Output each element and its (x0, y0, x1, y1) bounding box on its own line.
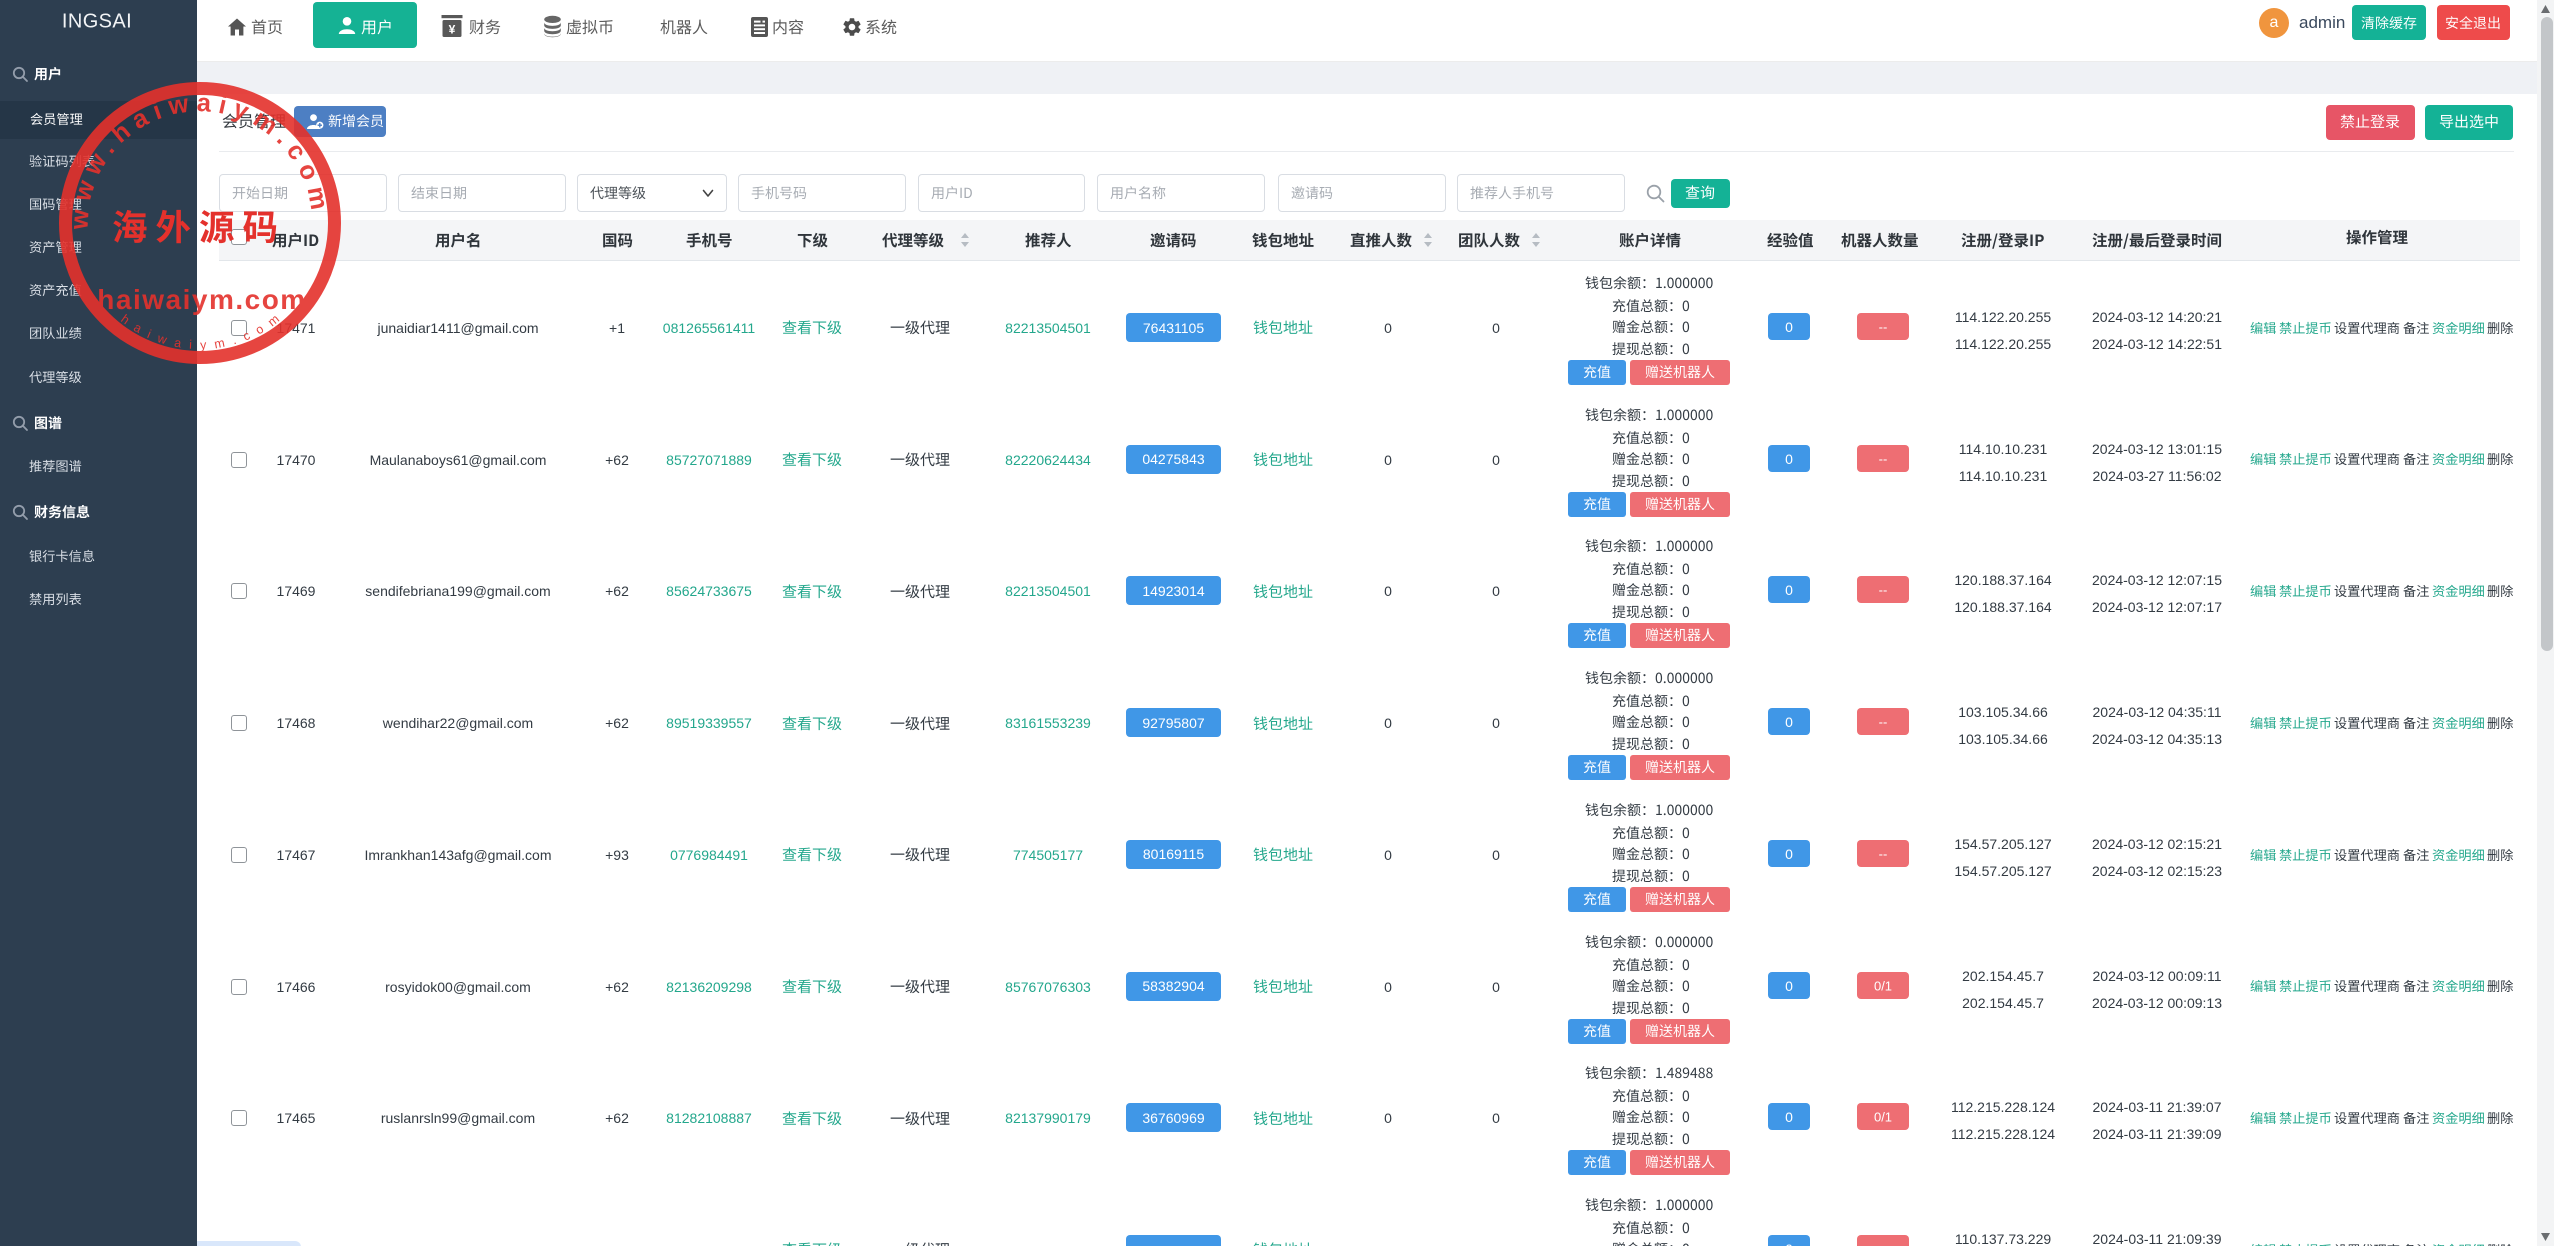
svg-text:www.haiwaiym.com: www.haiwaiym.com (65, 89, 334, 231)
svg-text:¥: ¥ (449, 23, 456, 37)
svg-text:haiwaiym.com: haiwaiym.com (97, 284, 306, 315)
